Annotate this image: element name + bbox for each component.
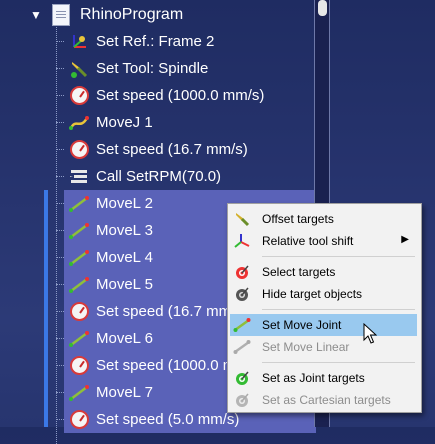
- menu-item-set-cartesian-targets: Set as Cartesian targets: [230, 389, 417, 411]
- tree-root-program[interactable]: ▼ RhinoProgram: [30, 2, 183, 28]
- selection-stripe: [44, 190, 48, 427]
- tree-item-label: Set speed (16.7 mm/s): [96, 303, 248, 320]
- tree-item-label: MoveL 7: [96, 384, 153, 401]
- menu-item-label: Hide target objects: [262, 287, 363, 301]
- tree-item-label: Call SetRPM(70.0): [96, 168, 222, 185]
- menu-item-label: Select targets: [262, 265, 336, 279]
- tree-item-label: MoveL 3: [96, 222, 153, 239]
- tree-item-set-speed[interactable]: Set speed (16.7 mm/s): [56, 136, 248, 163]
- menu-item-set-move-linear: Set Move Linear: [230, 336, 417, 358]
- tree-item-movej[interactable]: MoveJ 1: [56, 109, 153, 136]
- menu-item-label: Relative tool shift: [262, 234, 354, 248]
- menu-item-set-move-joint[interactable]: Set Move Joint: [230, 314, 417, 336]
- program-document-icon: [52, 4, 70, 26]
- tree-item-program-call[interactable]: Call SetRPM(70.0): [56, 163, 222, 190]
- move-joint-icon: [68, 112, 90, 134]
- tree-root-label: RhinoProgram: [80, 6, 184, 23]
- tree-item-label: MoveL 4: [96, 249, 153, 266]
- menu-item-select-targets[interactable]: Select targets: [230, 261, 417, 283]
- speed-gauge-icon: [68, 409, 90, 431]
- menu-separator: [262, 256, 415, 257]
- menu-separator: [262, 362, 415, 363]
- menu-item-relative-tool-shift[interactable]: Relative tool shift ▶: [230, 230, 417, 252]
- hide-target-icon: [232, 284, 252, 304]
- move-linear-icon: [68, 382, 90, 404]
- offset-targets-icon: [232, 209, 252, 229]
- program-call-icon: [68, 166, 90, 188]
- tool-icon: [68, 58, 90, 80]
- tree-item-label: Set speed (16.7 mm/s): [96, 141, 248, 158]
- tree-guide-line: [56, 24, 57, 444]
- cartesian-target-icon: [232, 390, 252, 410]
- tree-item-label: MoveL 2: [96, 195, 153, 212]
- joint-target-icon: [232, 368, 252, 388]
- scrollbar-thumb[interactable]: [318, 0, 327, 16]
- tree-item-set-tool[interactable]: Set Tool: Spindle: [56, 55, 209, 82]
- menu-item-hide-target-objects[interactable]: Hide target objects: [230, 283, 417, 305]
- reference-frame-icon: [68, 31, 90, 53]
- speed-gauge-icon: [68, 85, 90, 107]
- speed-gauge-icon: [68, 139, 90, 161]
- menu-item-label: Set Move Joint: [262, 318, 342, 332]
- axes-icon: [232, 231, 252, 251]
- menu-item-set-joint-targets[interactable]: Set as Joint targets: [230, 367, 417, 389]
- move-linear-icon: [68, 247, 90, 269]
- tree-item-label: MoveL 6: [96, 330, 153, 347]
- menu-separator: [262, 309, 415, 310]
- tree-item-label: Set Ref.: Frame 2: [96, 33, 215, 50]
- context-menu: Offset targets Relative tool shift ▶ Sel…: [227, 203, 422, 413]
- collapse-arrow-icon[interactable]: ▼: [30, 8, 44, 22]
- tree-item-set-reference[interactable]: Set Ref.: Frame 2: [56, 28, 215, 55]
- mouse-pointer-icon: [363, 322, 378, 350]
- move-linear-icon: [68, 193, 90, 215]
- menu-item-label: Offset targets: [262, 212, 334, 226]
- menu-item-label: Set Move Linear: [262, 340, 350, 354]
- speed-gauge-icon: [68, 355, 90, 377]
- tree-item-label: Set speed (1000.0 mm/s): [96, 87, 265, 104]
- tree-item-label: Set Tool: Spindle: [96, 60, 209, 77]
- move-joint-icon: [232, 315, 252, 335]
- tree-item-set-speed[interactable]: Set speed (1000.0 mm/s): [56, 82, 265, 109]
- submenu-arrow-icon: ▶: [401, 234, 409, 245]
- menu-item-label: Set as Cartesian targets: [262, 393, 391, 407]
- move-linear-icon: [68, 220, 90, 242]
- menu-item-label: Set as Joint targets: [262, 371, 365, 385]
- tree-item-label: MoveL 5: [96, 276, 153, 293]
- move-linear-icon: [232, 337, 252, 357]
- select-target-icon: [232, 262, 252, 282]
- menu-item-offset-targets[interactable]: Offset targets: [230, 208, 417, 230]
- tree-item-label: Set speed (5.0 mm/s): [96, 411, 240, 428]
- speed-gauge-icon: [68, 301, 90, 323]
- tree-item-label: MoveJ 1: [96, 114, 153, 131]
- move-linear-icon: [68, 328, 90, 350]
- move-linear-icon: [68, 274, 90, 296]
